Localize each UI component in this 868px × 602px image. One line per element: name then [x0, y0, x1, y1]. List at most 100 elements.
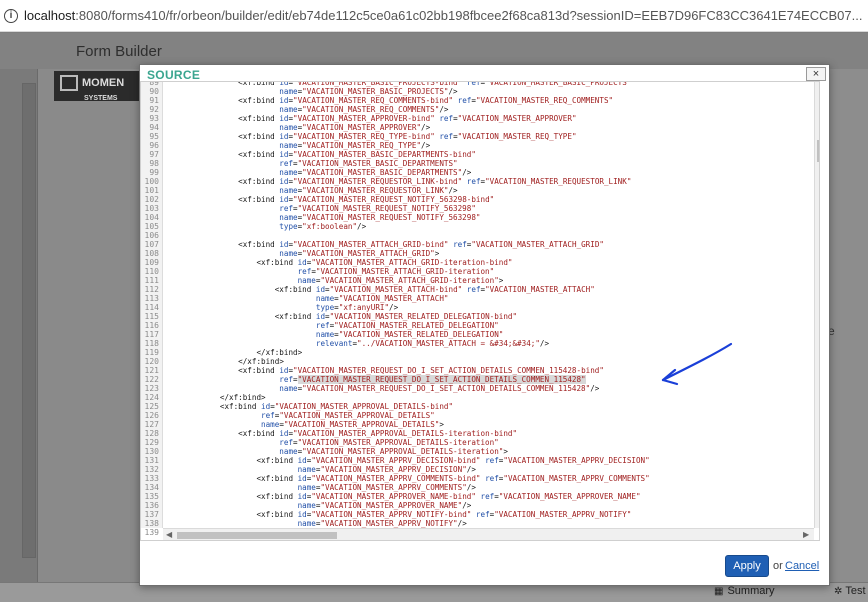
code-line[interactable]: name="VACATION_MASTER_REQ_TYPE"/> [165, 141, 430, 150]
line-number: 122 [144, 375, 159, 384]
code-line[interactable]: name="VACATION_MASTER_ATTACH_GRID-iterat… [165, 276, 504, 285]
code-line[interactable]: relevant="../VACATION_MASTER_ATTACH = &#… [165, 339, 549, 348]
info-icon[interactable]: i [4, 8, 18, 23]
line-number: 125 [144, 402, 159, 411]
code-line[interactable]: type="xf:boolean"/> [165, 222, 366, 231]
code-line[interactable]: <xf:bind id="VACATION_MASTER_ATTACH-bind… [165, 285, 595, 294]
code-area[interactable]: <xf:bind id="VACATION_MASTER_BASIC_PROJE… [165, 82, 805, 528]
line-number: 94 [149, 123, 159, 132]
url-text[interactable]: localhost:8080/forms410/fr/orbeon/builde… [24, 8, 868, 23]
code-line[interactable]: <xf:bind id="VACATION_MASTER_APPROVER_NA… [165, 492, 640, 501]
code-line[interactable]: name="VACATION_MASTER_REQUESTOR_LINK"/> [165, 186, 457, 195]
source-dialog: SOURCE × 89 90 91 92 93 94 95 96 97 98 99 100 101 102… [139, 64, 830, 586]
code-line[interactable]: name="VACATION_MASTER_APPRV_DECISION"/> [165, 465, 476, 474]
test-button[interactable]: ✲ Test [834, 585, 866, 597]
code-line[interactable]: <xf:bind id="VACATION_MASTER_REQ_TYPE-bi… [165, 132, 576, 141]
line-number: 134 [144, 483, 159, 492]
line-number: 103 [144, 204, 159, 213]
line-number: 92 [149, 105, 159, 114]
code-line[interactable]: ref="VACATION_MASTER_BASIC_DEPARTMENTS" [165, 159, 457, 168]
scroll-up-icon[interactable]: ▲ [818, 83, 819, 92]
line-number: 107 [144, 240, 159, 249]
line-number: 115 [144, 312, 159, 321]
close-button[interactable]: × [806, 67, 826, 81]
grid-icon: ▦ [714, 585, 724, 597]
code-line[interactable]: <xf:bind id="VACATION_MASTER_APPRV_NOTIF… [165, 510, 631, 519]
url-path: :8080/forms410/fr/orbeon/builder/edit/eb… [75, 8, 863, 23]
line-number: 95 [149, 132, 159, 141]
scroll-right-icon[interactable]: ▶ [803, 530, 809, 539]
left-panel-scrollbar[interactable] [22, 83, 36, 558]
code-line[interactable]: ref="VACATION_MASTER_APPROVAL_DETAILS-it… [165, 438, 498, 447]
code-line[interactable]: <xf:bind id="VACATION_MASTER_APPRV_COMME… [165, 474, 649, 483]
code-line[interactable]: type="xf:anyURI"/> [165, 303, 398, 312]
code-line[interactable]: <xf:bind id="VACATION_MASTER_APPROVER-bi… [165, 114, 576, 123]
source-editor[interactable]: 89 90 91 92 93 94 95 96 97 98 99 100 101 102 103 104 105… [140, 81, 820, 541]
code-line[interactable]: <xf:bind id="VACATION_MASTER_ATTACH_GRID… [165, 240, 604, 249]
code-line[interactable]: name="VACATION_MASTER_ATTACH_GRID"> [165, 249, 439, 258]
code-line[interactable]: name="VACATION_MASTER_REQ_COMMENTS"/> [165, 105, 448, 114]
code-line[interactable]: name="VACATION_MASTER_APPROVAL_DETAILS"> [165, 420, 444, 429]
code-line[interactable]: name="VACATION_MASTER_ATTACH" [165, 294, 449, 303]
line-number: 109 [144, 258, 159, 267]
line-number: 113 [144, 294, 159, 303]
code-line[interactable]: name="VACATION_MASTER_APPROVAL_DETAILS-i… [165, 447, 508, 456]
code-line[interactable]: <xf:bind id="VACATION_MASTER_REQUESTOR_L… [165, 177, 631, 186]
vertical-scrollbar[interactable]: ▲ ▼ [814, 82, 819, 528]
line-number: 121 [144, 366, 159, 375]
code-line[interactable]: </xf:bind> [165, 393, 266, 402]
vertical-scroll-thumb[interactable] [817, 140, 819, 162]
logo-text: MOMEN [82, 76, 125, 89]
code-line[interactable]: </xf:bind> [165, 348, 302, 357]
code-line[interactable]: <xf:bind id="VACATION_MASTER_ATTACH_GRID… [165, 258, 512, 267]
code-line[interactable]: <xf:bind id="VACATION_MASTER_APPROVAL_DE… [165, 402, 453, 411]
code-line[interactable]: <xf:bind id="VACATION_MASTER_REQUEST_NOT… [165, 195, 494, 204]
code-line[interactable]: <xf:bind id="VACATION_MASTER_APPRV_DECIS… [165, 456, 649, 465]
code-line[interactable]: <xf:bind id="VACATION_MASTER_BASIC_DEPAR… [165, 150, 476, 159]
code-line[interactable]: name="VACATION_MASTER_BASIC_DEPARTMENTS"… [165, 168, 471, 177]
horizontal-scroll-thumb[interactable] [177, 532, 337, 539]
browser-address-bar[interactable]: i localhost:8080/forms410/fr/orbeon/buil… [0, 0, 868, 32]
line-number: 108 [144, 249, 159, 258]
line-number: 112 [144, 285, 159, 294]
code-line[interactable]: ref="VACATION_MASTER_ATTACH_GRID-iterati… [165, 267, 495, 276]
code-line[interactable]: <xf:bind id="VACATION_MASTER_RELATED_DEL… [165, 312, 517, 321]
app-title: Form Builder [76, 43, 162, 60]
cancel-link[interactable]: Cancel [785, 560, 819, 572]
code-line[interactable]: name="VACATION_MASTER_RELATED_DELEGATION… [165, 330, 503, 339]
code-line[interactable]: name="VACATION_MASTER_REQUEST_DO_I_SET_A… [165, 384, 599, 393]
line-number: 111 [144, 276, 159, 285]
code-line[interactable]: </xf:bind> [165, 357, 284, 366]
gear-icon: ✲ [834, 585, 843, 597]
code-line[interactable]: name="VACATION_MASTER_APPROVER"/> [165, 123, 430, 132]
code-line[interactable]: ref="VACATION_MASTER_REQUEST_NOTIFY_5632… [165, 204, 476, 213]
code-line[interactable]: name="VACATION_MASTER_REQUEST_NOTIFY_563… [165, 213, 480, 222]
code-line[interactable]: name="VACATION_MASTER_APPRV_COMMENTS"/> [165, 483, 476, 492]
line-number: 99 [149, 168, 159, 177]
code-line[interactable]: <xf:bind id="VACATION_MASTER_REQ_COMMENT… [165, 96, 613, 105]
code-line[interactable]: name="VACATION_MASTER_APPROVER_NAME"/> [165, 501, 472, 510]
code-line[interactable]: ref="VACATION_MASTER_RELATED_DELEGATION" [165, 321, 499, 330]
code-line[interactable]: name="VACATION_MASTER_BASIC_PROJECTS"/> [165, 87, 457, 96]
summary-label: Summary [727, 585, 775, 597]
line-number: 131 [144, 456, 159, 465]
line-number: 136 [144, 501, 159, 510]
line-number: 130 [144, 447, 159, 456]
code-line[interactable]: name="VACATION_MASTER_APPRV_NOTIFY"/> [165, 519, 467, 528]
horizontal-scrollbar[interactable]: ◀ ▶ [163, 528, 814, 540]
line-number: 138 [144, 519, 159, 528]
scroll-left-icon[interactable]: ◀ [166, 530, 172, 539]
code-line[interactable]: ref="VACATION_MASTER_APPROVAL_DETAILS" [165, 411, 435, 420]
line-number: 91 [149, 96, 159, 105]
code-line[interactable]: <xf:bind id="VACATION_MASTER_APPROVAL_DE… [165, 429, 517, 438]
line-number: 119 [144, 348, 159, 357]
line-number: 117 [144, 330, 159, 339]
line-number: 139 [144, 528, 159, 537]
code-line[interactable]: <xf:bind id="VACATION_MASTER_REQUEST_DO_… [165, 366, 604, 375]
logo-subtext: SYSTEMS [84, 95, 118, 102]
company-logo: MOMEN SYSTEMS [54, 71, 142, 102]
summary-button[interactable]: ▦ Summary [714, 585, 775, 597]
apply-button[interactable]: Apply [725, 555, 769, 577]
code-line[interactable]: ref="VACATION_MASTER_REQUEST_DO_I_SET_AC… [165, 375, 586, 384]
scroll-down-icon[interactable]: ▼ [818, 518, 819, 527]
